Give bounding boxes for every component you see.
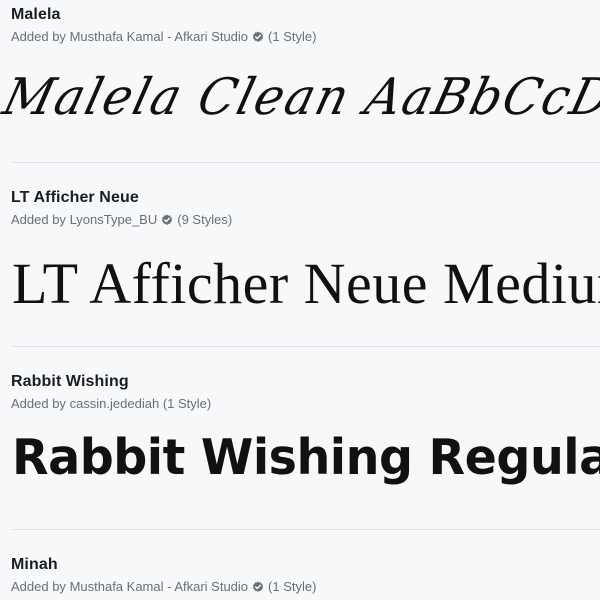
divider <box>11 529 600 530</box>
font-name-link[interactable]: Minah <box>11 556 58 574</box>
author-link[interactable]: Musthafa Kamal - Afkari Studio <box>70 579 248 594</box>
added-by-label: Added by <box>11 212 66 227</box>
divider <box>11 346 600 347</box>
font-list: Malela Added by Musthafa Kamal - Afkari … <box>0 0 600 600</box>
font-name-link[interactable]: LT Afficher Neue <box>11 189 139 207</box>
added-by-label: Added by <box>11 579 66 594</box>
styles-count: (9 Styles) <box>177 212 233 227</box>
font-name-link[interactable]: Malela <box>11 6 61 24</box>
verified-badge-icon <box>161 214 173 226</box>
font-preview[interactable]: LT Afficher Neue Medium <box>12 250 600 317</box>
font-preview[interactable]: Malela Clean AaBbCcDdEeFfGg <box>0 68 600 127</box>
styles-count: (1 Style) <box>162 396 212 411</box>
font-preview[interactable]: Rabbit Wishing Regular A <box>12 429 600 486</box>
divider <box>11 162 600 163</box>
author-link[interactable]: Musthafa Kamal - Afkari Studio <box>70 29 248 44</box>
added-by-label: Added by <box>11 396 66 411</box>
styles-count: (1 Style) <box>268 29 317 44</box>
verified-badge-icon <box>252 31 264 43</box>
font-meta: Added by Musthafa Kamal - Afkari Studio … <box>11 579 316 594</box>
author-link[interactable]: cassin.jedediah <box>70 396 160 411</box>
added-by-label: Added by <box>11 29 66 44</box>
author-link[interactable]: LyonsType_BU <box>70 212 158 227</box>
font-meta: Added by cassin.jedediah (1 Style) <box>11 396 211 411</box>
styles-count: (1 Style) <box>268 579 317 594</box>
verified-badge-icon <box>252 581 264 593</box>
font-meta: Added by Musthafa Kamal - Afkari Studio … <box>11 29 316 44</box>
font-name-link[interactable]: Rabbit Wishing <box>11 373 129 391</box>
font-meta: Added by LyonsType_BU (9 Styles) <box>11 212 232 227</box>
